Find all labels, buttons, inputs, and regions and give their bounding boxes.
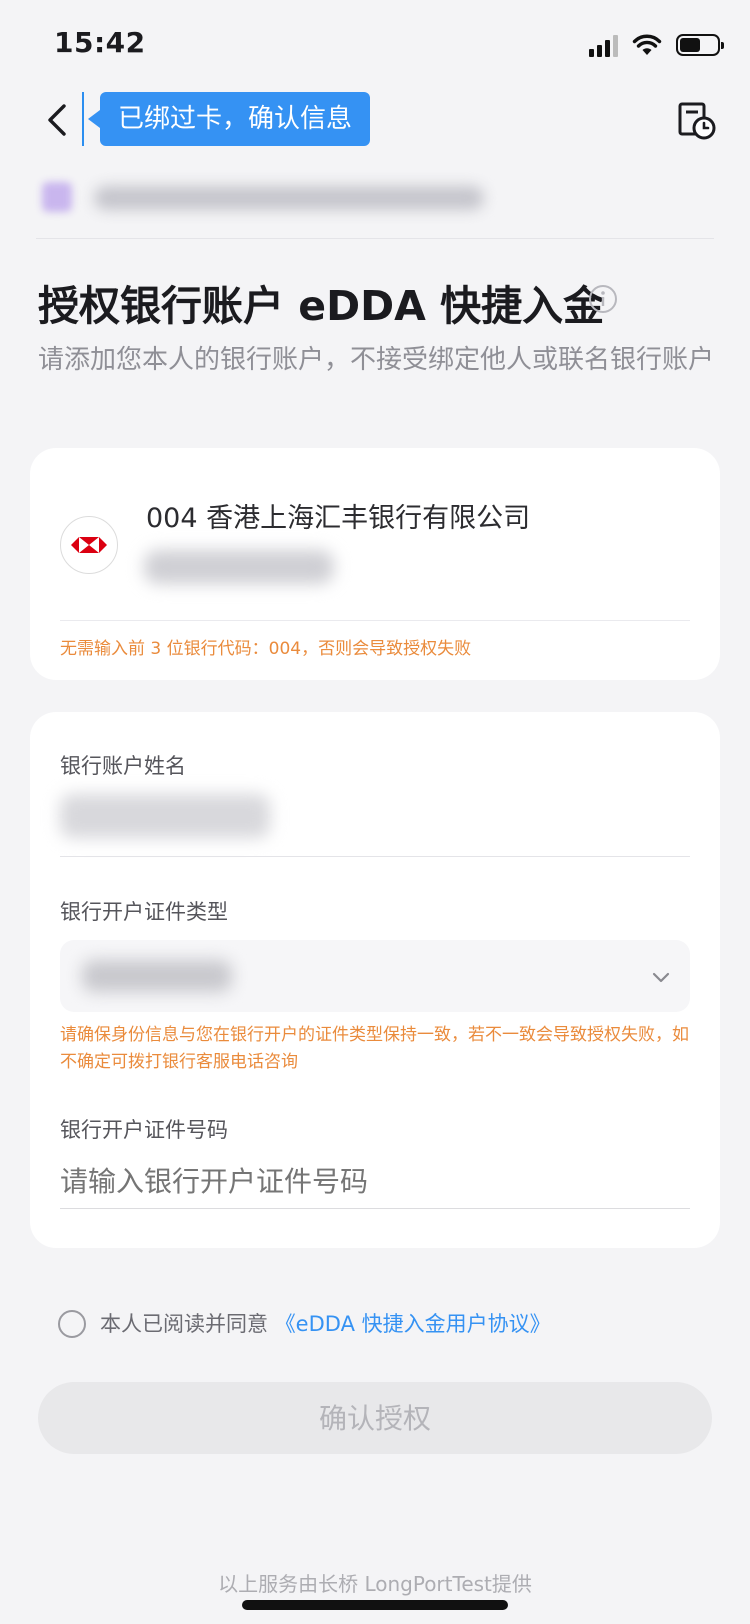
footer-text: 以上服务由长桥 LongPortTest提供 — [218, 1572, 532, 1596]
id-type-select[interactable] — [60, 940, 690, 1012]
home-indicator — [242, 1600, 508, 1610]
divider — [60, 856, 690, 857]
agreement-checkbox[interactable] — [58, 1310, 86, 1338]
divider — [60, 1208, 690, 1209]
chevron-down-icon — [652, 972, 670, 983]
wifi-icon — [632, 34, 662, 55]
account-name-label: 银行账户姓名 — [60, 754, 186, 778]
agreement-link[interactable]: 《eDDA 快捷入金用户协议》 — [275, 1312, 551, 1336]
blurred-bank-account — [144, 550, 334, 584]
account-avatar — [42, 182, 72, 212]
form-card: 银行账户姓名 银行开户证件类型 请确保身份信息与您在银行开户的证件类型保持一致，… — [30, 712, 720, 1248]
agreement-text: 本人已阅读并同意 《eDDA 快捷入金用户协议》 — [100, 1308, 551, 1338]
bank-card: 004 香港上海汇丰银行有限公司 无需输入前 3 位银行代码：004，否则会导致… — [30, 448, 720, 680]
bank-name: 004 香港上海汇丰银行有限公司 — [146, 503, 531, 534]
battery-icon — [676, 34, 724, 56]
status-icons — [589, 30, 724, 60]
confirm-authorize-button[interactable]: 确认授权 — [38, 1382, 712, 1454]
id-number-label: 银行开户证件号码 — [60, 1118, 228, 1142]
id-type-value — [82, 960, 232, 992]
back-button[interactable] — [40, 96, 80, 144]
history-icon[interactable] — [676, 100, 716, 140]
info-icon[interactable] — [588, 284, 618, 314]
rebind-tooltip: 已绑过卡，确认信息 — [87, 92, 371, 146]
divider — [60, 620, 690, 621]
blurred-account-id — [94, 186, 484, 210]
battery-level — [680, 38, 700, 52]
status-time: 15:42 — [54, 26, 146, 59]
bank-code-warning: 无需输入前 3 位银行代码：004，否则会导致授权失败 — [60, 639, 472, 659]
agreement-prefix: 本人已阅读并同意 — [100, 1312, 268, 1336]
page-subtitle: 请添加您本人的银行账户，不接受绑定他人或联名银行账户 — [38, 345, 715, 375]
account-name-value — [60, 794, 270, 838]
id-type-label: 银行开户证件类型 — [60, 900, 228, 924]
page-title: 授权银行账户 eDDA 快捷入金 — [38, 282, 605, 330]
id-number-input[interactable] — [60, 1160, 690, 1202]
divider — [36, 238, 714, 239]
hsbc-logo-icon — [60, 516, 118, 574]
signal-icon — [589, 33, 618, 57]
id-type-warning: 请确保身份信息与您在银行开户的证件类型保持一致，若不一致会导致授权失败，如不确定… — [60, 1025, 689, 1072]
nav-divider — [82, 92, 84, 146]
blurred-account-bar — [30, 168, 500, 226]
